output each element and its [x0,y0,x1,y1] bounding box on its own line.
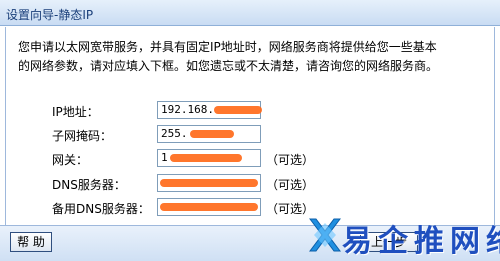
redaction-mark [190,130,234,138]
redaction-mark [160,203,258,211]
dns-label: DNS服务器： [52,178,126,192]
watermark-logo: 易企推网络 [304,210,500,261]
gateway-value: 1 [161,151,168,164]
ip-label: IP地址： [52,105,99,119]
dns-optional-note: （可选） [266,178,315,192]
gateway-label: 网关： [52,153,89,167]
dialog-header: 设置向导-静态IP [0,0,500,26]
redaction-mark [170,154,242,162]
watermark-text: 易企推网络 [342,224,500,259]
ip-address-value: 192.168. [161,103,214,116]
dialog-title: 设置向导-静态IP [6,8,94,22]
subnet-mask-label: 子网掩码： [52,129,113,143]
watermark-logo-icon [309,218,341,252]
gateway-optional-note: （可选） [266,153,315,167]
redaction-mark [214,106,262,114]
redaction-mark [160,179,258,187]
intro-text: 您申请以太网宽带服务，并具有固定IP地址时，网络服务商将提供给您一些基本的网络参… [18,40,439,73]
help-button[interactable]: 帮 助 [10,232,52,252]
backup-dns-label: 备用DNS服务器： [52,202,150,216]
subnet-mask-value: 255. [161,127,188,140]
